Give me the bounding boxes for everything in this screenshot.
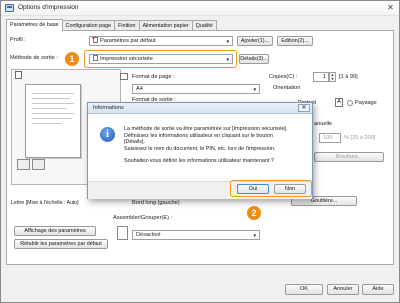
title-bar: Options d'impression ✕ xyxy=(1,1,399,16)
close-icon[interactable]: ✕ xyxy=(386,3,395,12)
dialog-message-line-2: Définissez les informations utilisateur … xyxy=(124,132,273,139)
collate-label: Assembler/Grouper(E) : xyxy=(113,215,173,221)
page-format-value: A4 xyxy=(136,86,143,92)
profile-select[interactable]: Paramètres par défaut ▼ xyxy=(89,36,233,46)
profile-default-icon xyxy=(91,37,98,43)
preview-layout-icon xyxy=(15,71,22,79)
collate-value: Désactivé xyxy=(136,232,161,238)
dialog-no-button[interactable]: Non xyxy=(274,184,306,194)
manual-scale-label: anuelle xyxy=(314,121,333,127)
dialog-message-line-1: La méthode de sortie va être paramétrée … xyxy=(124,126,288,132)
scale-range: % [25 à 200] xyxy=(344,135,376,141)
landscape-page-icon: A xyxy=(335,98,343,107)
collate-icon xyxy=(117,226,128,240)
lock-icon xyxy=(93,55,98,61)
chevron-down-icon: ▼ xyxy=(225,57,230,62)
page-format-icon xyxy=(120,73,128,80)
output-method-label: Méthode de sortie : xyxy=(10,55,58,61)
profile-value: Paramètres par défaut xyxy=(100,38,156,44)
copies-input[interactable]: 1 xyxy=(313,72,329,82)
help-button[interactable]: Aide xyxy=(362,284,394,295)
binding-edge-value: Bord long (gauche) xyxy=(132,200,180,206)
callout-step-1: 1 xyxy=(65,52,79,66)
ok-button[interactable]: OK xyxy=(285,284,323,295)
restore-defaults-button[interactable]: Rétablir les paramètres par défaut xyxy=(14,239,108,249)
output-method-select[interactable]: Impression sécurisée ▼ xyxy=(89,54,233,64)
copies-label: Copies(C) : xyxy=(269,74,298,80)
preview-page-toggle-button[interactable] xyxy=(17,159,30,170)
orientation-landscape-label: Paysage xyxy=(355,100,377,106)
orientation-landscape-radio[interactable] xyxy=(347,100,353,106)
preview-page xyxy=(25,84,81,158)
info-icon: i xyxy=(100,127,115,142)
dialog-message: La méthode de sortie va être paramétrée … xyxy=(124,126,308,165)
dialog-close-icon[interactable]: ✕ xyxy=(298,104,310,112)
cancel-button[interactable]: Annuler xyxy=(327,284,359,295)
dialog-message-line-3: [Détails]. xyxy=(124,139,145,146)
output-method-value: Impression sécurisée xyxy=(100,56,153,62)
orientation-label: Orientation xyxy=(273,85,301,91)
dialog-title: Informations xyxy=(93,105,124,111)
dialog-yes-button[interactable]: Oui xyxy=(237,184,269,194)
profile-edit-button[interactable]: Edition(2)... xyxy=(277,36,313,46)
chevron-down-icon: ▼ xyxy=(225,39,230,44)
page-format-label: Format de page : xyxy=(132,74,175,80)
tab-basic-settings[interactable]: Paramètres de base xyxy=(6,19,63,31)
collate-select[interactable]: Désactivé ▼ xyxy=(132,230,260,240)
chevron-down-icon: ▼ xyxy=(252,87,257,92)
preview-layout-toggle-button[interactable] xyxy=(32,159,45,170)
booklet-button[interactable]: Brochure... xyxy=(314,152,384,162)
chevron-down-icon: ▼ xyxy=(252,233,257,238)
dialog-title-bar: Informations ✕ xyxy=(88,103,312,114)
preview-caption: Lettre [Mise à l'échelle : Auto] xyxy=(11,200,79,206)
profile-add-button[interactable]: Ajouter(1)... xyxy=(237,36,273,46)
profile-label: Profil : xyxy=(10,37,26,43)
print-options-window: Options d'impression ✕ Paramètres de bas… xyxy=(0,0,400,303)
page-format-select[interactable]: A4 ▼ xyxy=(132,84,260,94)
show-settings-button[interactable]: Affichage des paramètres xyxy=(14,226,96,236)
callout-step-2: 2 xyxy=(247,206,261,220)
dialog-message-line-4: Saisissez le nom du document, le PIN, et… xyxy=(124,145,276,152)
copies-spinner[interactable]: ▲ ▼ xyxy=(329,72,336,82)
dialog-question: Souhaitez-vous définir les informations … xyxy=(124,158,274,165)
window-title: Options d'impression xyxy=(18,4,79,11)
scale-input[interactable]: 100 xyxy=(319,133,341,143)
printer-app-icon xyxy=(5,4,14,12)
copies-range: [1 à 99] xyxy=(339,74,358,80)
output-details-button[interactable]: Détails(3)... xyxy=(239,54,269,64)
